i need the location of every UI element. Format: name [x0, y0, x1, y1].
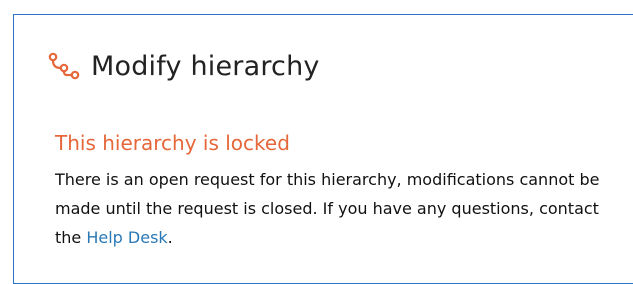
message-end: .: [167, 228, 173, 247]
locked-message: There is an open request for this hierar…: [55, 165, 615, 252]
hierarchy-icon: [47, 51, 81, 81]
panel-title: Modify hierarchy: [91, 50, 320, 82]
panel-header: Modify hierarchy: [47, 51, 320, 81]
locked-heading: This hierarchy is locked: [55, 131, 290, 155]
help-desk-link[interactable]: Help Desk: [86, 228, 167, 247]
